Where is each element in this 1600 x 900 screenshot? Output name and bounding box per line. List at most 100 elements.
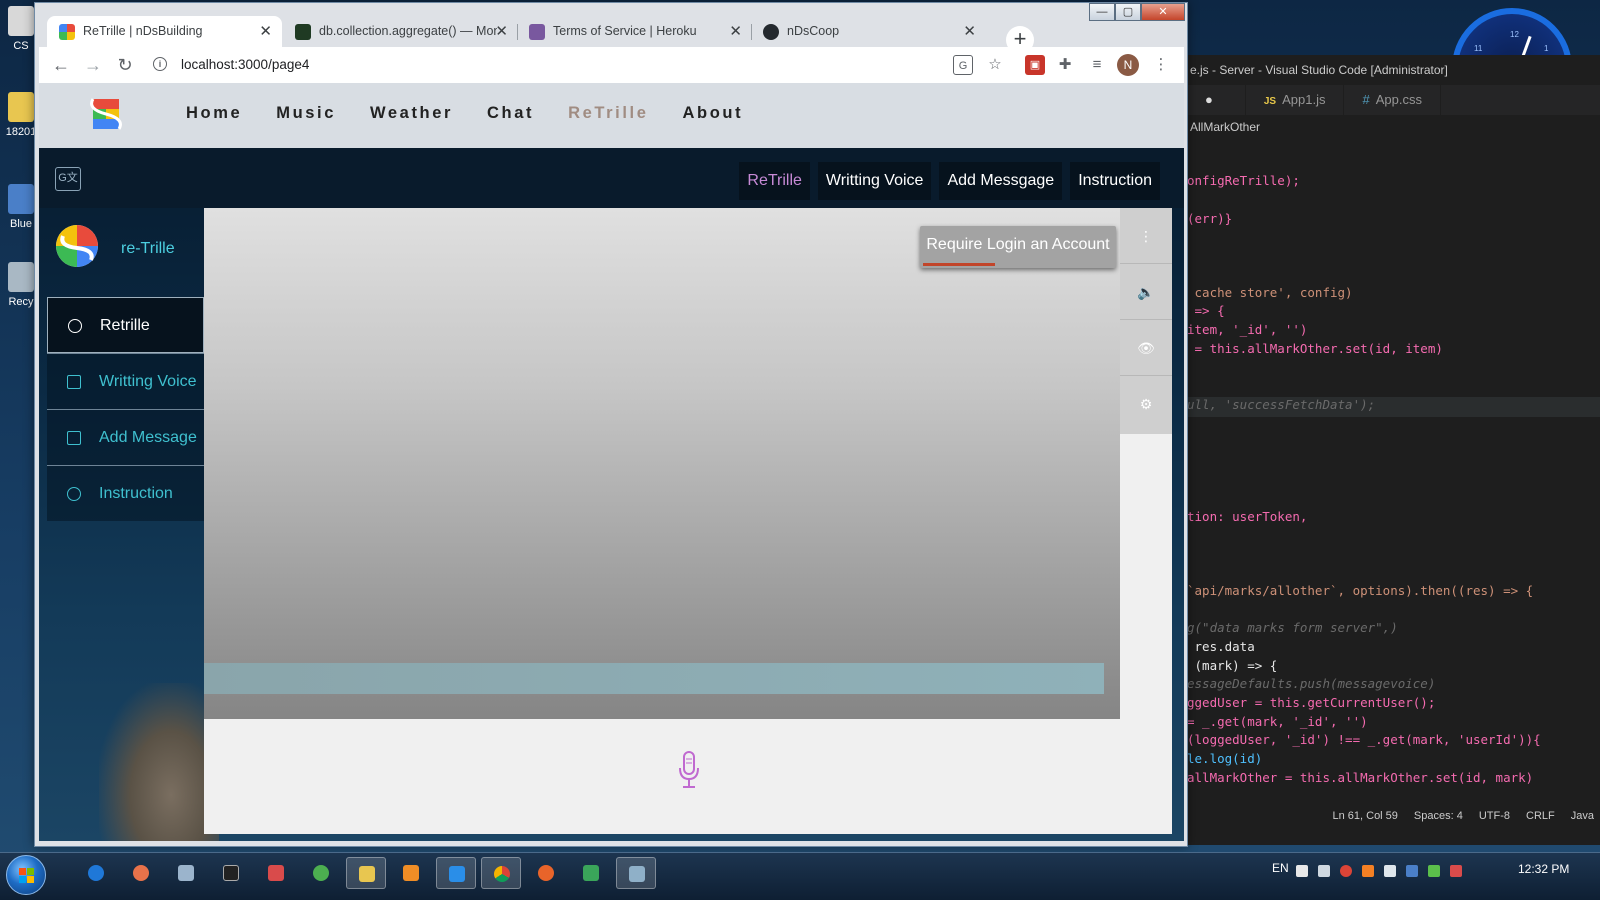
nav-retrille[interactable]: ReTrille (551, 83, 665, 148)
more-options-button[interactable]: ⋮ (1120, 208, 1172, 264)
tab-mongodb[interactable]: db.collection.aggregate() — Mon ✕ (283, 16, 518, 47)
taskbar-keyboard[interactable] (166, 857, 206, 889)
vscode-unsaved-tab[interactable]: ● (1187, 85, 1246, 115)
profile-avatar[interactable]: N (1117, 54, 1139, 76)
maximize-button[interactable]: ▢ (1115, 3, 1141, 21)
indentation-status[interactable]: Spaces: 4 (1414, 805, 1463, 827)
minimize-button[interactable]: — (1089, 3, 1115, 21)
tray-flag-icon[interactable] (1450, 865, 1462, 877)
network-signal-icon[interactable] (1384, 865, 1396, 877)
media-queue-icon[interactable]: ≡ (1087, 55, 1107, 75)
extension-icon[interactable]: ▣ (1025, 55, 1045, 75)
tab-retrille[interactable]: ReTrille | nDsBuilding ✕ (47, 16, 282, 47)
address-bar[interactable]: i localhost:3000/page4 (145, 51, 985, 79)
subnav-add-message[interactable]: Add Messgage (939, 162, 1063, 200)
desktop-icon-blue[interactable]: Blue (4, 184, 38, 230)
taskbar-snipping[interactable] (256, 857, 296, 889)
code-line: => { (1187, 303, 1225, 318)
github-icon (763, 24, 779, 40)
file-icon (8, 6, 34, 36)
volume-tray-icon[interactable] (1318, 865, 1330, 877)
sidebar-item-retrille[interactable]: Retrille (47, 297, 204, 353)
close-tab-icon[interactable]: ✕ (729, 16, 742, 47)
desktop-icon-label: CS (13, 40, 29, 52)
taskbar-coccoc[interactable] (121, 857, 161, 889)
reload-button[interactable]: ↻ (113, 53, 137, 77)
tab-strip: ReTrille | nDsBuilding ✕ db.collection.a… (47, 14, 1037, 54)
tray-blue-icon[interactable] (1406, 865, 1418, 877)
nav-about[interactable]: About (666, 83, 761, 148)
desktop-icon-recycle[interactable]: Recy (4, 262, 38, 308)
voice-track-bar[interactable] (204, 663, 1104, 694)
line-ending-status[interactable]: CRLF (1526, 805, 1555, 827)
translate-page-icon[interactable]: G (953, 55, 973, 75)
cursor-position[interactable]: Ln 61, Col 59 (1332, 805, 1397, 827)
subnav-writting-voice[interactable]: Writting Voice (817, 162, 932, 200)
nav-music[interactable]: Music (259, 83, 353, 148)
sidebar-item-add-message[interactable]: Add Message (47, 409, 204, 465)
taskbar-remote[interactable] (616, 857, 656, 889)
sidebar-item-label: Writting Voice (99, 373, 197, 390)
subnav-retrille[interactable]: ReTrille (739, 162, 810, 200)
vscode-tab-app-css[interactable]: # App.css (1344, 85, 1441, 115)
code-line: = _.get(mark, '_id', '') (1187, 714, 1368, 729)
back-button[interactable]: ← (49, 53, 73, 77)
subnav-instruction[interactable]: Instruction (1070, 162, 1160, 200)
visibility-button[interactable]: 👁 (1120, 320, 1172, 376)
close-tab-icon[interactable]: ✕ (495, 16, 508, 47)
nav-weather[interactable]: Weather (353, 83, 470, 148)
close-window-button[interactable]: ✕ (1141, 3, 1185, 21)
tab-title: nDsCoop (787, 24, 840, 38)
forward-button[interactable]: → (81, 53, 105, 77)
desktop-icon-cs[interactable]: CS (4, 6, 38, 52)
tray-shield-icon[interactable] (1428, 865, 1440, 877)
language-status[interactable]: Java (1571, 805, 1594, 827)
taskbar-vscode[interactable] (436, 857, 476, 889)
taskbar-sublime[interactable] (391, 857, 431, 889)
chrome-menu-icon[interactable]: ⋮ (1151, 55, 1171, 75)
translate-icon[interactable]: G文 (55, 167, 81, 191)
taskbar-cmd[interactable] (211, 857, 251, 889)
vscode-window[interactable]: e.js - Server - Visual Studio Code [Admi… (1187, 55, 1600, 845)
extensions-puzzle-icon[interactable]: ✚ (1055, 55, 1075, 75)
taskbar-chrome[interactable] (481, 857, 521, 889)
desktop-icon-folder[interactable]: 18201 (4, 92, 38, 138)
nav-chat[interactable]: Chat (470, 83, 551, 148)
taskbar-zalo[interactable] (76, 857, 116, 889)
tab-heroku[interactable]: Terms of Service | Heroku ✕ (517, 16, 752, 47)
tab-github[interactable]: nDsCoop ✕ (751, 16, 986, 47)
sidebar-item-instruction[interactable]: Instruction (47, 465, 204, 521)
chrome-tray-icon[interactable] (1340, 865, 1352, 877)
close-tab-icon[interactable]: ✕ (259, 16, 272, 47)
taskbar-firefox[interactable] (526, 857, 566, 889)
nav-home[interactable]: Home (169, 83, 259, 148)
green-app-icon (313, 865, 329, 881)
volume-button[interactable]: 🔈 (1120, 264, 1172, 320)
taskbar-app-triangle[interactable] (571, 857, 611, 889)
vscode-title: e.js - Server - Visual Studio Code [Admi… (1187, 55, 1600, 85)
recycle-bin-icon (8, 262, 34, 292)
sidebar-item-writting-voice[interactable]: Writting Voice (47, 353, 204, 409)
code-line: res.data (1187, 639, 1255, 654)
url-text: localhost:3000/page4 (181, 57, 310, 72)
login-required-notice[interactable]: Require Login an Account (920, 226, 1116, 268)
settings-button[interactable]: ⚙ (1120, 376, 1172, 432)
app-topbar: G文 ReTrille Writting Voice Add Messgage … (39, 148, 1184, 208)
voice-canvas[interactable]: Require Login an Account (204, 208, 1120, 719)
close-tab-icon[interactable]: ✕ (963, 16, 976, 47)
site-logo[interactable] (85, 93, 127, 135)
windows-logo-icon (19, 868, 35, 884)
start-button[interactable] (6, 855, 46, 895)
microphone-icon[interactable] (677, 751, 701, 789)
clock-time[interactable]: 12:32 PM (1518, 862, 1569, 876)
taskbar-explorer[interactable] (346, 857, 386, 889)
vscode-tab-app1-js[interactable]: JS App1.js (1246, 85, 1345, 115)
taskbar-app-green[interactable] (301, 857, 341, 889)
tray-app-orange-icon[interactable] (1362, 865, 1374, 877)
language-indicator[interactable]: EN (1272, 861, 1289, 875)
bookmark-star-icon[interactable]: ☆ (985, 55, 1005, 75)
code-line: g("data marks form server",) (1187, 620, 1398, 635)
encoding-status[interactable]: UTF-8 (1479, 805, 1510, 827)
site-info-icon[interactable]: i (153, 57, 167, 71)
tray-app-icon[interactable] (1296, 865, 1308, 877)
